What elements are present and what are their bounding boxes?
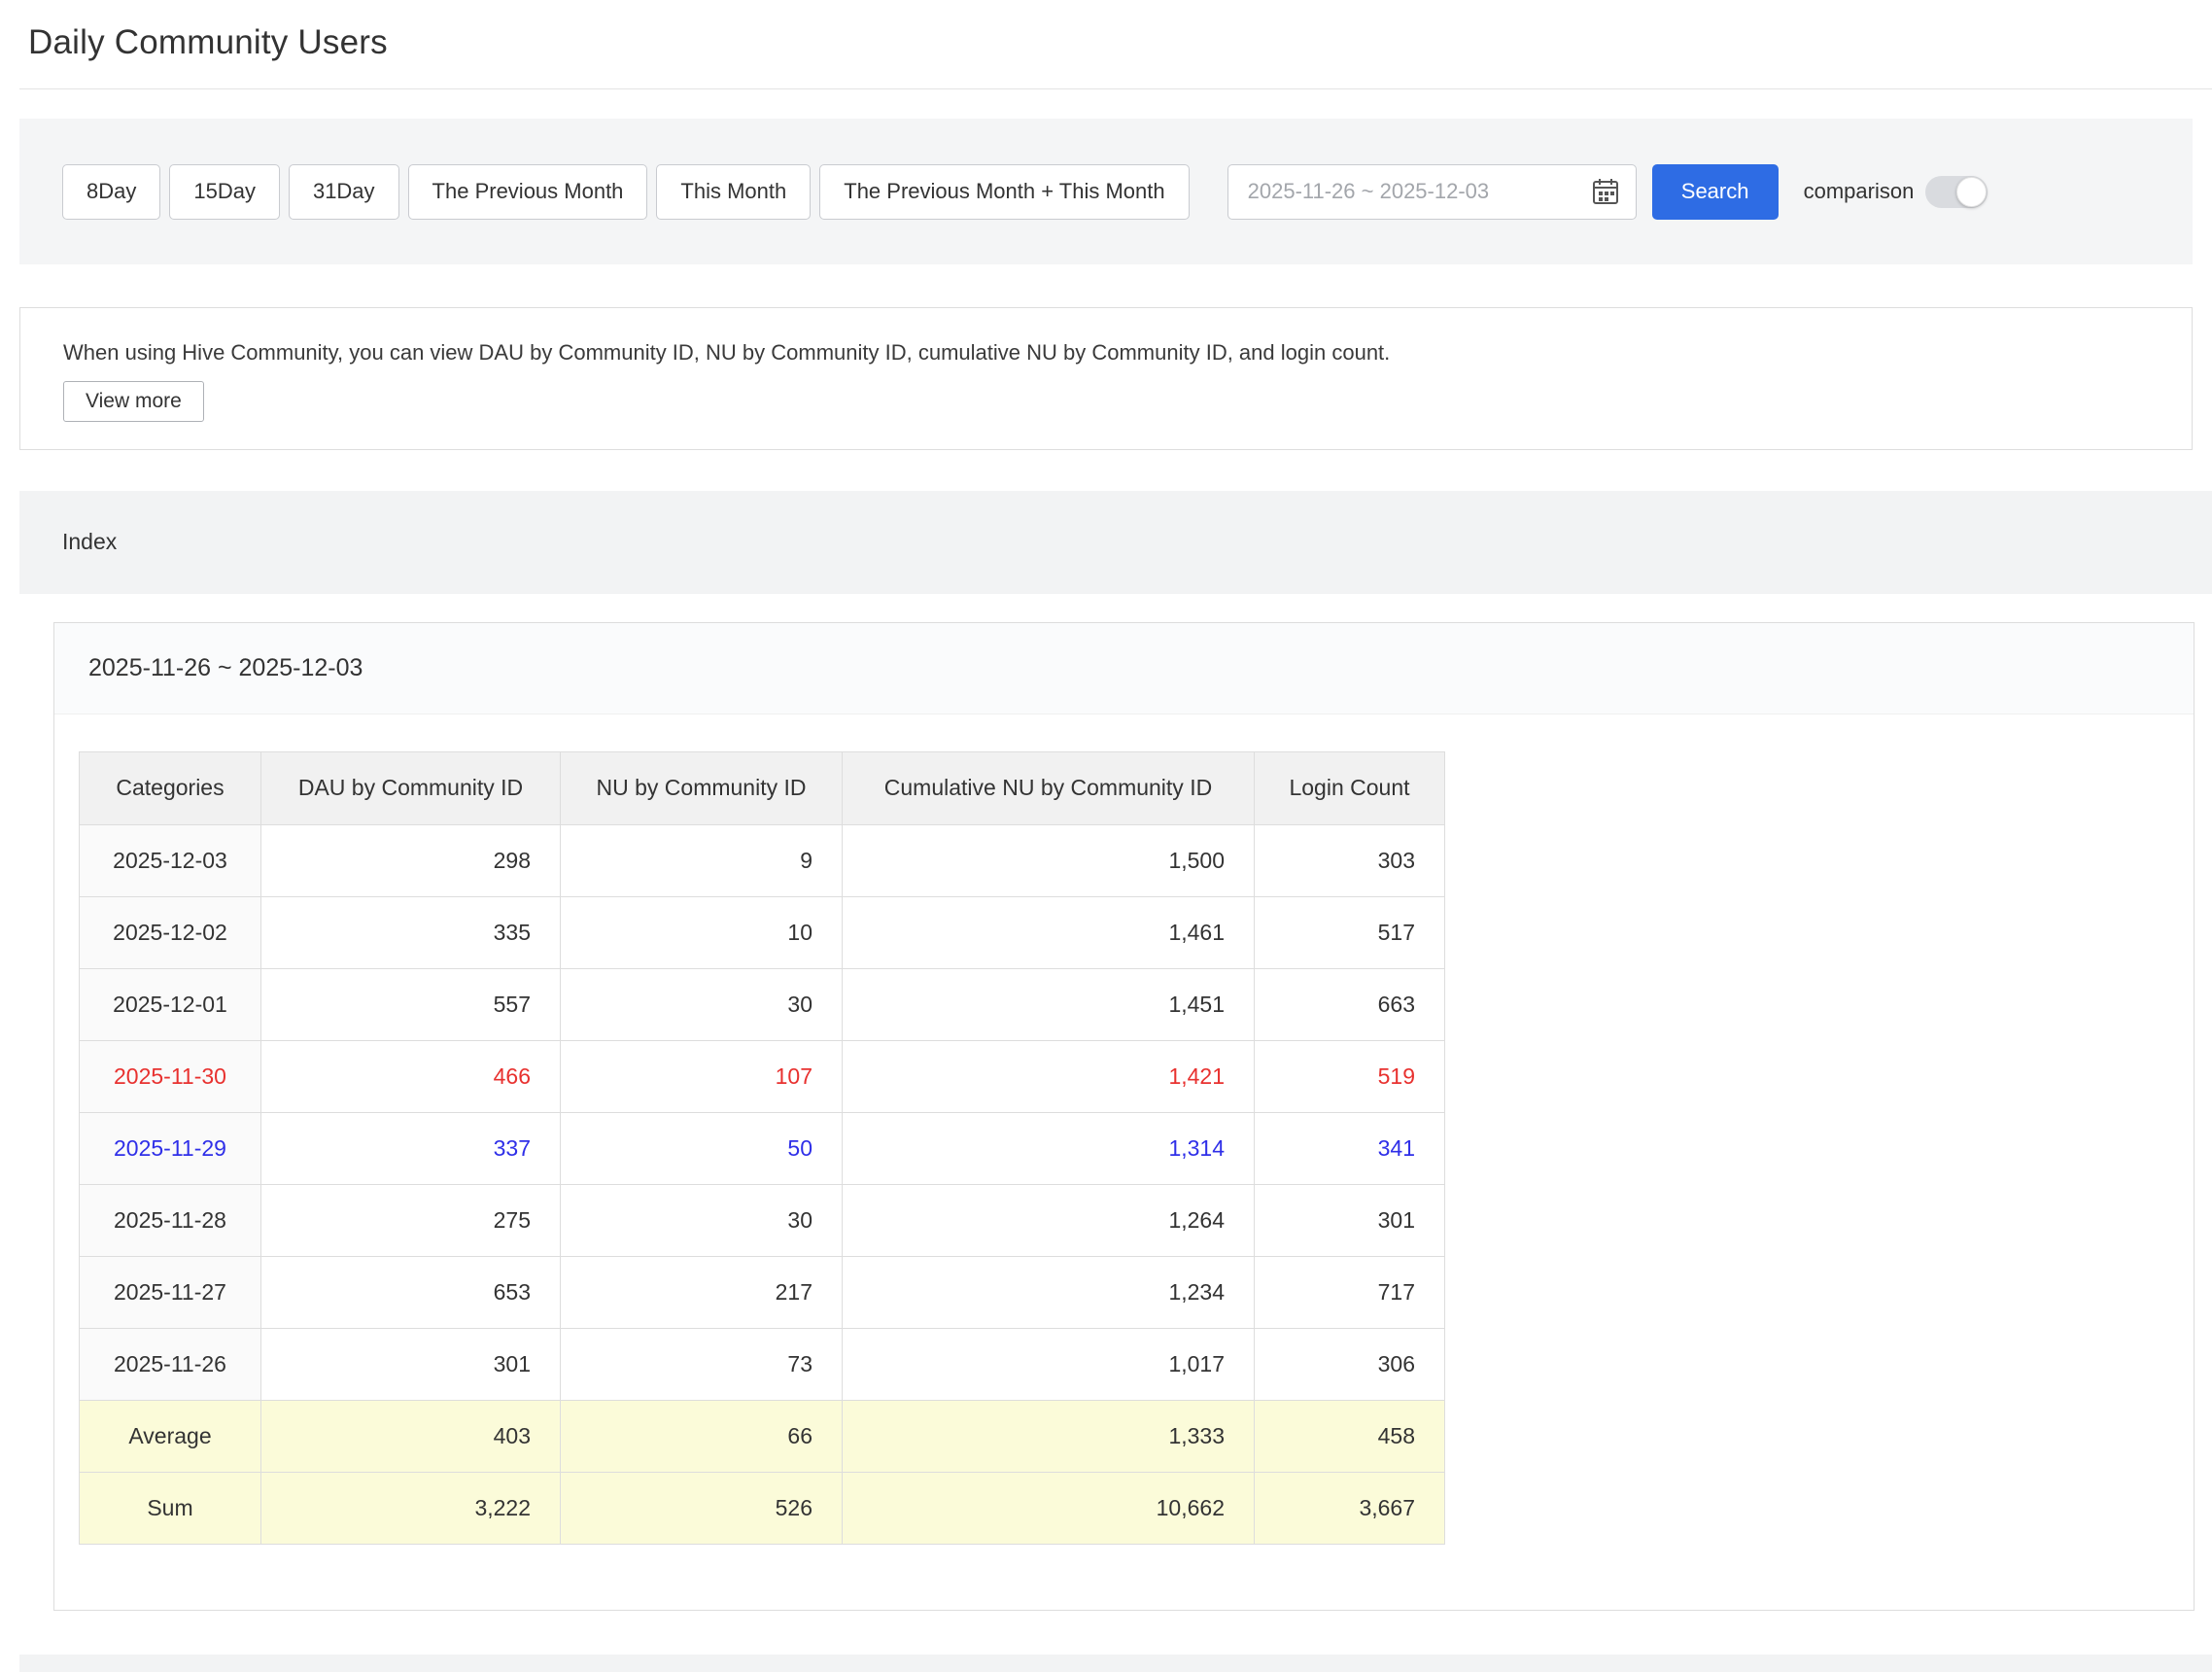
row-value: 335 — [261, 896, 561, 968]
info-box: When using Hive Community, you can view … — [19, 307, 2193, 450]
row-value: 301 — [261, 1328, 561, 1400]
row-category: 2025-12-02 — [80, 896, 261, 968]
row-category: 2025-11-29 — [80, 1112, 261, 1184]
comparison-label: comparison — [1804, 179, 1915, 204]
column-header: DAU by Community ID — [261, 751, 561, 824]
row-category: 2025-12-01 — [80, 968, 261, 1040]
row-value: 1,314 — [843, 1112, 1255, 1184]
row-value: 653 — [261, 1256, 561, 1328]
row-value: 298 — [261, 824, 561, 896]
row-category: 2025-12-03 — [80, 824, 261, 896]
row-value: 10 — [561, 896, 843, 968]
row-value: 458 — [1255, 1400, 1445, 1472]
row-value: 50 — [561, 1112, 843, 1184]
page-title: Daily Community Users — [0, 0, 2212, 62]
row-value: 301 — [1255, 1184, 1445, 1256]
search-button[interactable]: Search — [1652, 164, 1779, 220]
row-value: 217 — [561, 1256, 843, 1328]
table-row: 2025-11-29337501,314341 — [80, 1112, 1445, 1184]
section-header: Index — [19, 491, 2212, 594]
row-category: 2025-11-30 — [80, 1040, 261, 1112]
row-category: 2025-11-27 — [80, 1256, 261, 1328]
date-range-input[interactable] — [1248, 179, 1591, 204]
quick-range-button[interactable]: 31Day — [289, 164, 399, 220]
table-row: Average403661,333458 — [80, 1400, 1445, 1472]
quick-range-button[interactable]: 8Day — [62, 164, 160, 220]
row-value: 466 — [261, 1040, 561, 1112]
row-value: 1,500 — [843, 824, 1255, 896]
date-range-field[interactable] — [1227, 164, 1637, 220]
section-title: Index — [62, 529, 117, 555]
row-value: 557 — [261, 968, 561, 1040]
row-category: 2025-11-28 — [80, 1184, 261, 1256]
report-panel: 2025-11-26 ~ 2025-12-03 CategoriesDAU by… — [53, 622, 2195, 1611]
row-value: 1,264 — [843, 1184, 1255, 1256]
quick-range-group: 8Day15Day31DayThe Previous MonthThis Mon… — [62, 164, 1190, 220]
row-value: 519 — [1255, 1040, 1445, 1112]
table-row: 2025-12-02335101,461517 — [80, 896, 1445, 968]
panel-title: 2025-11-26 ~ 2025-12-03 — [88, 654, 363, 682]
title-divider — [19, 88, 2212, 89]
row-value: 403 — [261, 1400, 561, 1472]
column-header: Categories — [80, 751, 261, 824]
row-value: 275 — [261, 1184, 561, 1256]
row-value: 663 — [1255, 968, 1445, 1040]
row-value: 517 — [1255, 896, 1445, 968]
table-row: 2025-11-28275301,264301 — [80, 1184, 1445, 1256]
quick-range-button[interactable]: The Previous Month + This Month — [819, 164, 1189, 220]
row-value: 9 — [561, 824, 843, 896]
row-category: Sum — [80, 1472, 261, 1544]
column-header: Cumulative NU by Community ID — [843, 751, 1255, 824]
row-value: 717 — [1255, 1256, 1445, 1328]
row-value: 107 — [561, 1040, 843, 1112]
row-value: 1,234 — [843, 1256, 1255, 1328]
next-section-band — [19, 1655, 2212, 1672]
table-row: 2025-12-0329891,500303 — [80, 824, 1445, 896]
column-header: Login Count — [1255, 751, 1445, 824]
row-value: 337 — [261, 1112, 561, 1184]
view-more-button[interactable]: View more — [63, 381, 204, 422]
quick-range-button[interactable]: The Previous Month — [408, 164, 648, 220]
row-value: 66 — [561, 1400, 843, 1472]
panel-header: 2025-11-26 ~ 2025-12-03 — [54, 623, 2194, 714]
row-value: 526 — [561, 1472, 843, 1544]
row-value: 1,461 — [843, 896, 1255, 968]
calendar-icon[interactable] — [1591, 177, 1620, 206]
table-header-row: CategoriesDAU by Community IDNU by Commu… — [80, 751, 1445, 824]
row-value: 1,017 — [843, 1328, 1255, 1400]
table-row: 2025-11-26301731,017306 — [80, 1328, 1445, 1400]
row-value: 30 — [561, 1184, 843, 1256]
row-value: 303 — [1255, 824, 1445, 896]
table-row: 2025-11-276532171,234717 — [80, 1256, 1445, 1328]
row-value: 1,333 — [843, 1400, 1255, 1472]
row-value: 30 — [561, 968, 843, 1040]
row-value: 10,662 — [843, 1472, 1255, 1544]
row-value: 1,421 — [843, 1040, 1255, 1112]
row-value: 1,451 — [843, 968, 1255, 1040]
row-value: 341 — [1255, 1112, 1445, 1184]
comparison-toggle[interactable] — [1925, 176, 1987, 208]
row-value: 3,667 — [1255, 1472, 1445, 1544]
column-header: NU by Community ID — [561, 751, 843, 824]
row-value: 73 — [561, 1328, 843, 1400]
row-value: 3,222 — [261, 1472, 561, 1544]
table-row: 2025-12-01557301,451663 — [80, 968, 1445, 1040]
row-category: 2025-11-26 — [80, 1328, 261, 1400]
panel-body: CategoriesDAU by Community IDNU by Commu… — [54, 714, 2194, 1545]
table-row: Sum3,22252610,6623,667 — [80, 1472, 1445, 1544]
toolbar: 8Day15Day31DayThe Previous MonthThis Mon… — [19, 119, 2193, 264]
comparison-toggle-knob — [1956, 177, 1987, 207]
stats-table: CategoriesDAU by Community IDNU by Commu… — [79, 751, 1445, 1545]
quick-range-button[interactable]: 15Day — [169, 164, 280, 220]
info-text: When using Hive Community, you can view … — [63, 339, 2149, 367]
row-value: 306 — [1255, 1328, 1445, 1400]
table-row: 2025-11-304661071,421519 — [80, 1040, 1445, 1112]
row-category: Average — [80, 1400, 261, 1472]
quick-range-button[interactable]: This Month — [656, 164, 811, 220]
page: Daily Community Users 8Day15Day31DayThe … — [0, 0, 2212, 1672]
